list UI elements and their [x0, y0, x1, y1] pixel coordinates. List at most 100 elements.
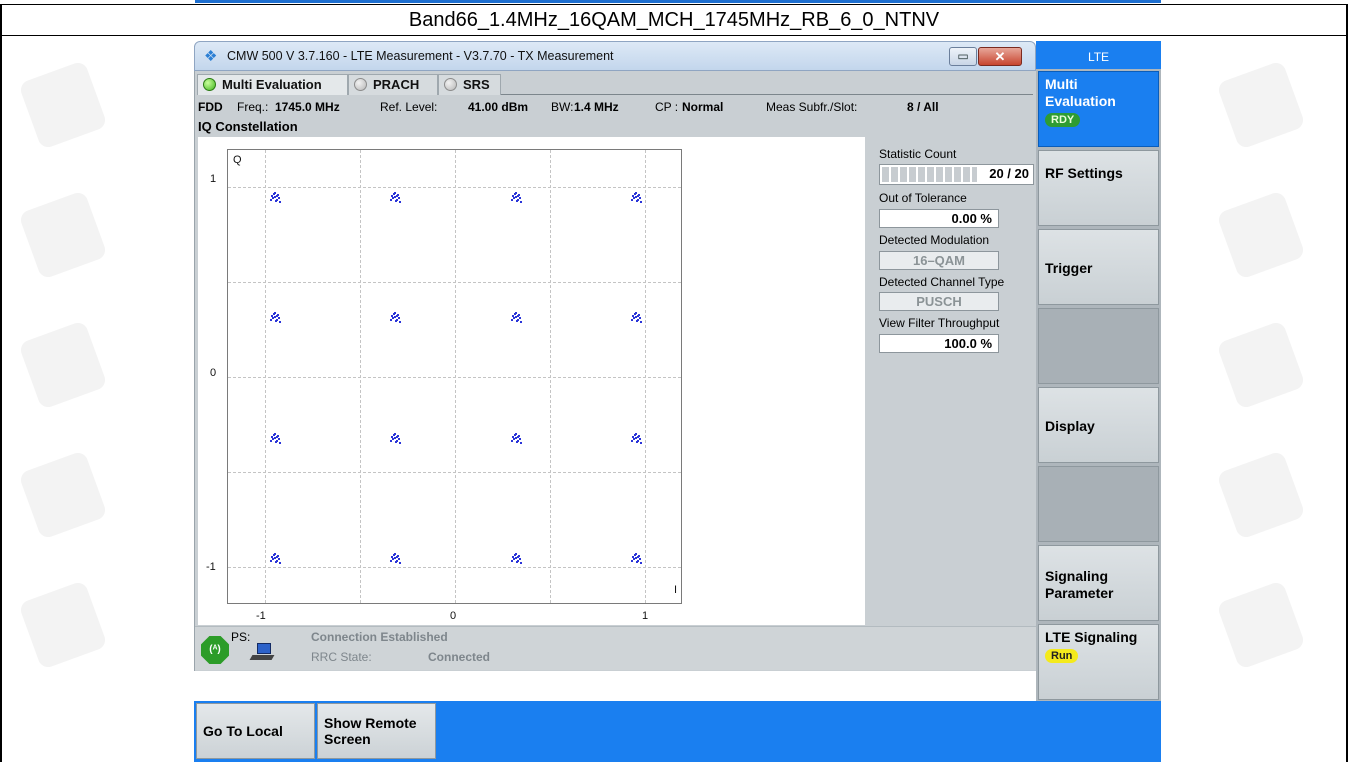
- rohde-schwarz-logo-icon: ❖: [204, 48, 218, 65]
- meas-subframe-label: Meas Subfr./Slot:: [766, 100, 858, 114]
- go-to-local-button[interactable]: Go To Local: [196, 703, 315, 759]
- status-led-icon: [354, 78, 367, 91]
- run-badge: Run: [1045, 649, 1079, 663]
- trigger-softkey[interactable]: Trigger: [1038, 229, 1159, 305]
- grid-line: [228, 187, 681, 188]
- section-title: IQ Constellation: [198, 119, 298, 134]
- softkey-label: Multi Evaluation: [1045, 76, 1116, 109]
- computer-icon: [249, 641, 275, 663]
- constellation-point: [511, 433, 523, 445]
- statistic-count-label: Statistic Count: [879, 147, 957, 161]
- bw-value: 1.4 MHz: [574, 100, 619, 114]
- tab-label: PRACH: [373, 77, 420, 92]
- constellation-point: [389, 433, 401, 445]
- tab-prach[interactable]: PRACH: [348, 74, 438, 95]
- tab-label: Multi Evaluation: [222, 77, 322, 92]
- rrc-state-label: RRC State:: [311, 650, 372, 664]
- cp-label: CP :: [655, 100, 679, 114]
- multi-evaluation-softkey[interactable]: Multi Evaluation RDY: [1038, 71, 1159, 147]
- grid-line: [228, 282, 681, 283]
- measurement-content: Multi Evaluation PRACH SRS FDD Freq.: 17…: [194, 71, 1037, 671]
- constellation-point: [270, 192, 282, 204]
- constellation-point: [389, 192, 401, 204]
- constellation-point: [630, 192, 642, 204]
- minimize-button[interactable]: ▭: [949, 47, 977, 66]
- i-axis-label: I: [674, 584, 678, 596]
- x-tick-label: 0: [450, 610, 457, 622]
- antenna-icon: (ᴬ): [201, 636, 229, 664]
- view-filter-label: View Filter Throughput: [879, 316, 1000, 330]
- plot-frame: Q I: [227, 149, 682, 604]
- softkey-panel: LTE Multi Evaluation RDY RF Settings Tri…: [1036, 41, 1161, 701]
- constellation-point: [389, 552, 401, 564]
- cp-value: Normal: [682, 100, 724, 114]
- close-button[interactable]: ✕: [978, 47, 1022, 66]
- view-filter-value: 100.0 %: [879, 334, 999, 353]
- y-tick-label: -1: [206, 561, 216, 573]
- constellation-point: [630, 311, 642, 323]
- duplex-mode: FDD: [198, 100, 223, 114]
- grid-line: [228, 472, 681, 473]
- bw-label: BW:: [551, 100, 574, 114]
- grid-line: [228, 567, 681, 568]
- tab-srs[interactable]: SRS: [438, 74, 501, 95]
- iq-constellation-plot: 1 0 -1 -1 0 1 Q I: [198, 137, 865, 625]
- connection-status: Connection Established: [311, 630, 448, 644]
- signaling-parameter-softkey[interactable]: Signaling Parameter: [1038, 545, 1159, 621]
- x-tick-label: 1: [642, 610, 649, 622]
- tab-underline: [501, 94, 1033, 95]
- detected-channel-type-label: Detected Channel Type: [879, 275, 1005, 289]
- grid-line: [228, 377, 681, 378]
- constellation-point: [389, 311, 401, 323]
- constellation-point: [630, 552, 642, 564]
- out-of-tolerance-label: Out of Tolerance: [879, 191, 967, 205]
- connection-status-area: (ᴬ) PS: Connection Established RRC State…: [195, 626, 1037, 670]
- constellation-point: [630, 433, 642, 445]
- q-axis-label: Q: [233, 154, 242, 166]
- document-title: Band66_1.4MHz_16QAM_MCH_1745MHz_RB_6_0_N…: [408, 9, 940, 31]
- doc-top-accent-line: [195, 0, 1161, 3]
- constellation-point: [270, 433, 282, 445]
- statistic-count-progress: 20 / 20: [879, 164, 1034, 185]
- ref-level-value: 41.00 dBm: [468, 100, 529, 114]
- constellation-point: [270, 311, 282, 323]
- window-title: CMW 500 V 3.7.160 - LTE Measurement - V3…: [227, 49, 614, 63]
- rrc-state-value: Connected: [428, 650, 491, 664]
- cmw-application: ❖ CMW 500 V 3.7.160 - LTE Measurement - …: [194, 36, 1161, 762]
- progress-fill: [882, 167, 977, 182]
- measurement-tabs: Multi Evaluation PRACH SRS: [195, 71, 1037, 95]
- bottom-bar: Go To Local Show Remote Screen: [194, 701, 1161, 762]
- meas-subframe-value: 8 / All: [907, 100, 939, 114]
- ps-label: PS:: [231, 630, 251, 644]
- rf-settings-softkey[interactable]: RF Settings: [1038, 150, 1159, 226]
- ref-level-label: Ref. Level:: [380, 100, 438, 114]
- freq-label: Freq.:: [237, 100, 269, 114]
- tab-multi-evaluation[interactable]: Multi Evaluation: [197, 74, 348, 95]
- detected-modulation-value: 16–QAM: [879, 251, 999, 270]
- constellation-point: [270, 552, 282, 564]
- measurement-info-row: FDD Freq.: 1745.0 MHz Ref. Level: 41.00 …: [195, 96, 1037, 118]
- detected-channel-type-value: PUSCH: [879, 292, 999, 311]
- constellation-point: [511, 192, 523, 204]
- tab-label: SRS: [463, 77, 490, 92]
- y-tick-label: 1: [210, 173, 217, 185]
- show-remote-screen-button[interactable]: Show Remote Screen: [317, 703, 436, 759]
- window-titlebar[interactable]: ❖ CMW 500 V 3.7.160 - LTE Measurement - …: [194, 41, 1036, 71]
- statistic-count-value: 20 / 20: [989, 166, 1029, 181]
- constellation-point: [511, 552, 523, 564]
- y-tick-label: 0: [210, 367, 217, 379]
- softkey-header: LTE: [1036, 41, 1161, 69]
- status-led-icon: [444, 78, 457, 91]
- lte-signaling-softkey[interactable]: LTE Signaling Run: [1038, 624, 1159, 700]
- x-tick-label: -1: [256, 610, 266, 622]
- freq-value: 1745.0 MHz: [275, 100, 340, 114]
- out-of-tolerance-value: 0.00 %: [879, 209, 999, 228]
- rdy-badge: RDY: [1045, 113, 1081, 127]
- detected-modulation-label: Detected Modulation: [879, 233, 990, 247]
- constellation-point: [511, 311, 523, 323]
- empty-softkey: [1038, 466, 1159, 542]
- status-led-icon: [203, 78, 216, 91]
- softkey-label: LTE Signaling: [1045, 629, 1138, 645]
- display-softkey[interactable]: Display: [1038, 387, 1159, 463]
- empty-softkey: [1038, 308, 1159, 384]
